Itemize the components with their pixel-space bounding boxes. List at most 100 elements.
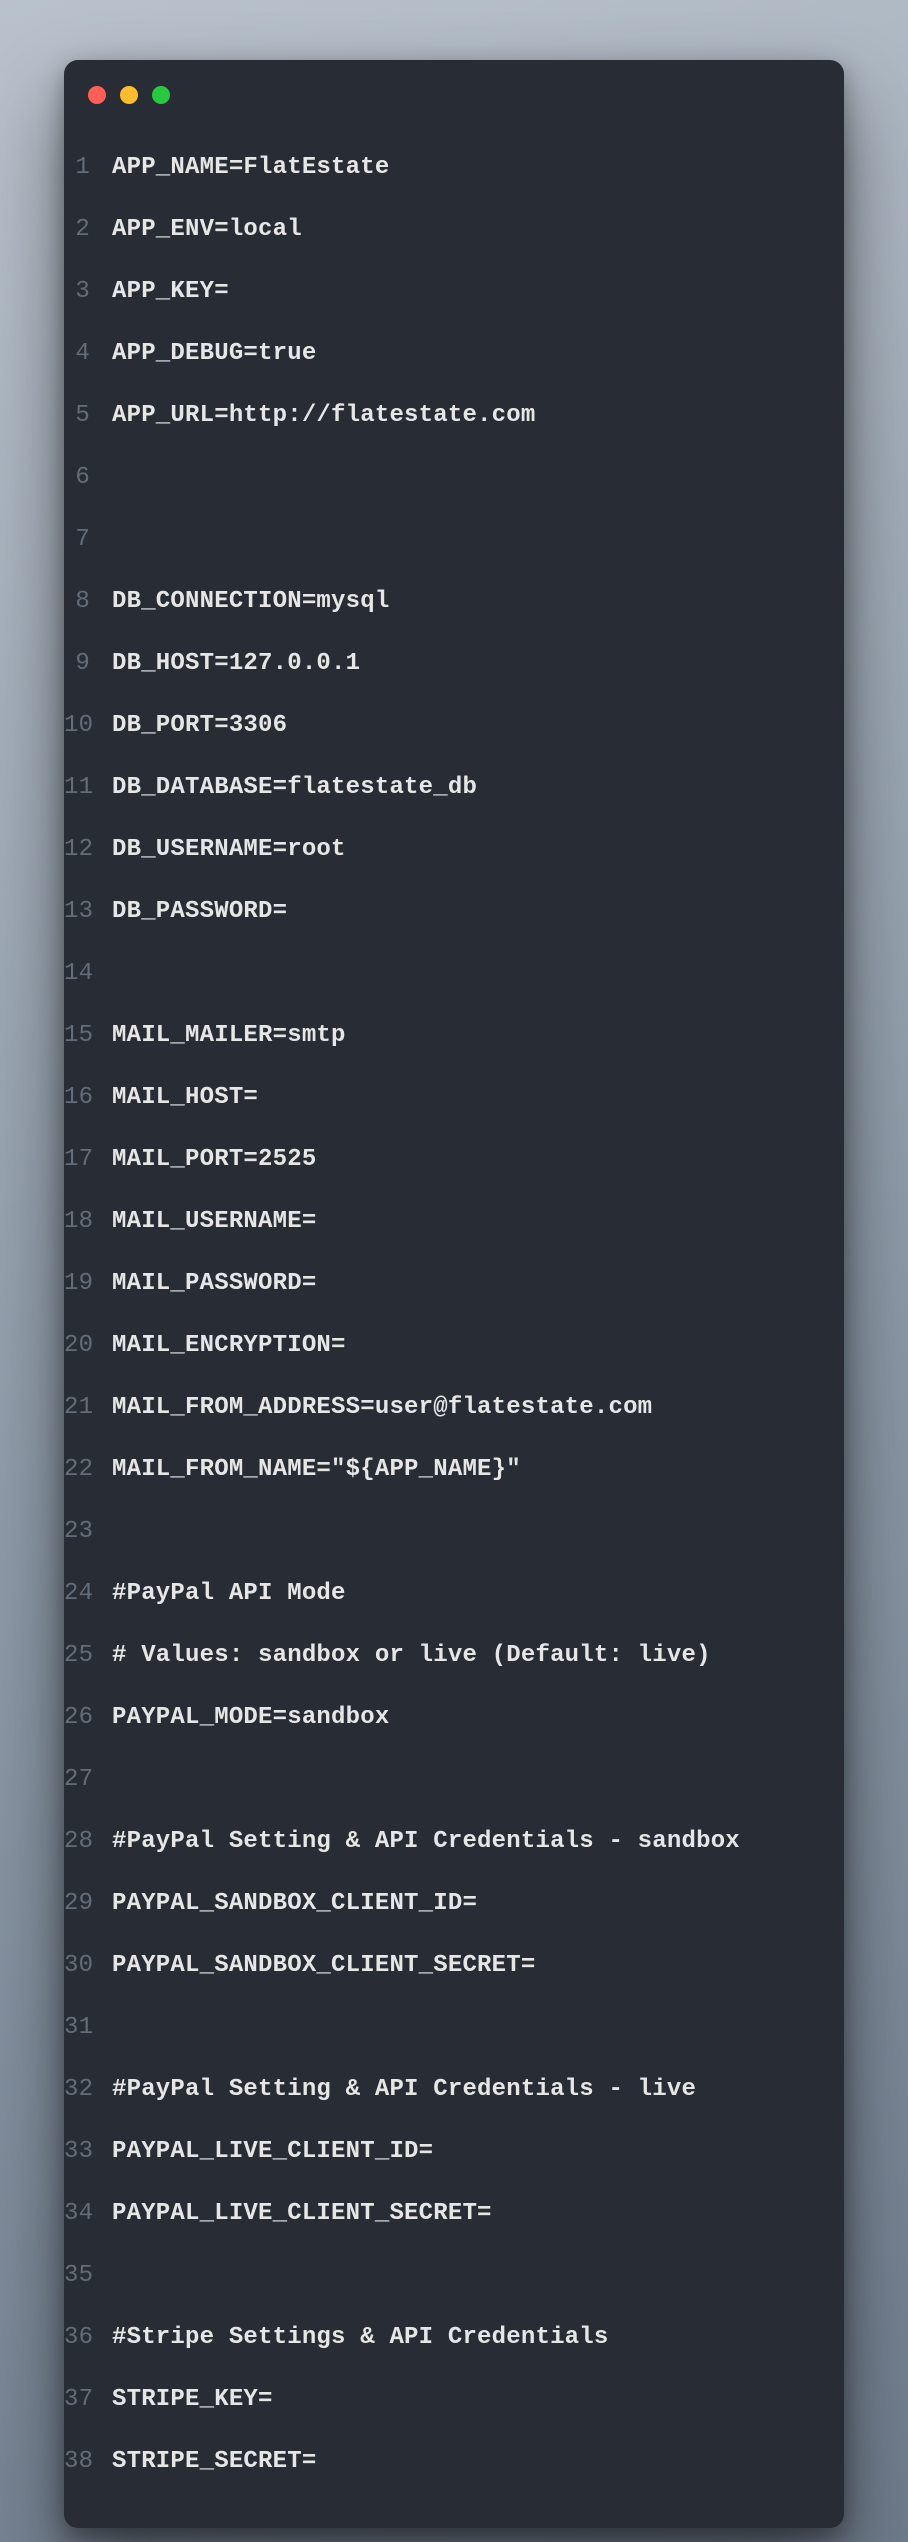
code-line[interactable]: 1APP_NAME=FlatEstate [64,136,810,198]
code-line[interactable]: 3APP_KEY= [64,260,810,322]
line-content[interactable]: #PayPal API Mode [112,1580,810,1607]
code-line[interactable]: 21MAIL_FROM_ADDRESS=user@flatestate.com [64,1376,810,1438]
line-number: 5 [64,402,112,429]
code-line[interactable]: 34PAYPAL_LIVE_CLIENT_SECRET= [64,2182,810,2244]
minimize-icon[interactable] [120,86,138,104]
line-content[interactable]: DB_CONNECTION=mysql [112,588,810,615]
code-line[interactable]: 24#PayPal API Mode [64,1562,810,1624]
line-number: 12 [64,836,112,863]
line-content[interactable]: DB_PORT=3306 [112,712,810,739]
code-line[interactable]: 22MAIL_FROM_NAME="${APP_NAME}" [64,1438,810,1500]
line-content[interactable]: APP_ENV=local [112,216,810,243]
code-line[interactable]: 20MAIL_ENCRYPTION= [64,1314,810,1376]
line-number: 30 [64,1952,112,1979]
line-number: 34 [64,2200,112,2227]
line-content[interactable]: STRIPE_SECRET= [112,2448,810,2475]
code-line[interactable]: 11DB_DATABASE=flatestate_db [64,756,810,818]
code-line[interactable]: 31 [64,1996,810,2058]
line-content[interactable]: DB_DATABASE=flatestate_db [112,774,810,801]
code-line[interactable]: 12DB_USERNAME=root [64,818,810,880]
code-line[interactable]: 13DB_PASSWORD= [64,880,810,942]
line-content[interactable]: MAIL_ENCRYPTION= [112,1332,810,1359]
line-number: 24 [64,1580,112,1607]
line-content[interactable]: APP_URL=http://flatestate.com [112,402,810,429]
line-number: 3 [64,278,112,305]
code-line[interactable]: 10DB_PORT=3306 [64,694,810,756]
line-content[interactable]: DB_HOST=127.0.0.1 [112,650,810,677]
line-content[interactable]: PAYPAL_LIVE_CLIENT_ID= [112,2138,810,2165]
code-line[interactable]: 5APP_URL=http://flatestate.com [64,384,810,446]
line-content[interactable]: PAYPAL_SANDBOX_CLIENT_ID= [112,1890,810,1917]
line-content[interactable]: STRIPE_KEY= [112,2386,810,2413]
editor-window: 1APP_NAME=FlatEstate2APP_ENV=local3APP_K… [64,60,844,2528]
close-icon[interactable] [88,86,106,104]
line-number: 26 [64,1704,112,1731]
line-content[interactable]: DB_PASSWORD= [112,898,810,925]
code-line[interactable]: 37STRIPE_KEY= [64,2368,810,2430]
line-number: 25 [64,1642,112,1669]
code-line[interactable]: 38STRIPE_SECRET= [64,2430,810,2492]
line-content[interactable]: APP_DEBUG=true [112,340,810,367]
code-line[interactable]: 16MAIL_HOST= [64,1066,810,1128]
line-number: 18 [64,1208,112,1235]
line-number: 9 [64,650,112,677]
code-area[interactable]: 1APP_NAME=FlatEstate2APP_ENV=local3APP_K… [64,130,844,2498]
line-number: 8 [64,588,112,615]
line-number: 20 [64,1332,112,1359]
code-line[interactable]: 4APP_DEBUG=true [64,322,810,384]
line-number: 23 [64,1518,112,1545]
line-content[interactable]: APP_KEY= [112,278,810,305]
code-line[interactable]: 18MAIL_USERNAME= [64,1190,810,1252]
line-content[interactable]: # Values: sandbox or live (Default: live… [112,1642,810,1669]
line-content[interactable]: DB_USERNAME=root [112,836,810,863]
line-content[interactable]: APP_NAME=FlatEstate [112,154,810,181]
line-content[interactable]: #PayPal Setting & API Credentials - sand… [112,1828,810,1855]
code-line[interactable]: 26PAYPAL_MODE=sandbox [64,1686,810,1748]
line-number: 7 [64,526,112,553]
line-content[interactable]: PAYPAL_MODE=sandbox [112,1704,810,1731]
line-content[interactable]: PAYPAL_SANDBOX_CLIENT_SECRET= [112,1952,810,1979]
code-line[interactable]: 27 [64,1748,810,1810]
line-content[interactable]: #PayPal Setting & API Credentials - live [112,2076,810,2103]
line-number: 19 [64,1270,112,1297]
code-line[interactable]: 8DB_CONNECTION=mysql [64,570,810,632]
code-line[interactable]: 17MAIL_PORT=2525 [64,1128,810,1190]
line-number: 31 [64,2014,112,2041]
code-line[interactable]: 7 [64,508,810,570]
code-line[interactable]: 32#PayPal Setting & API Credentials - li… [64,2058,810,2120]
code-line[interactable]: 35 [64,2244,810,2306]
line-content[interactable]: MAIL_MAILER=smtp [112,1022,810,1049]
code-line[interactable]: 6 [64,446,810,508]
code-line[interactable]: 14 [64,942,810,1004]
line-content[interactable]: MAIL_USERNAME= [112,1208,810,1235]
line-number: 27 [64,1766,112,1793]
code-line[interactable]: 15MAIL_MAILER=smtp [64,1004,810,1066]
line-number: 1 [64,154,112,181]
code-line[interactable]: 29PAYPAL_SANDBOX_CLIENT_ID= [64,1872,810,1934]
code-line[interactable]: 9DB_HOST=127.0.0.1 [64,632,810,694]
code-line[interactable]: 28#PayPal Setting & API Credentials - sa… [64,1810,810,1872]
line-number: 2 [64,216,112,243]
maximize-icon[interactable] [152,86,170,104]
line-content[interactable]: #Stripe Settings & API Credentials [112,2324,810,2351]
line-number: 16 [64,1084,112,1111]
line-number: 35 [64,2262,112,2289]
line-content[interactable]: PAYPAL_LIVE_CLIENT_SECRET= [112,2200,810,2227]
line-content[interactable]: MAIL_FROM_ADDRESS=user@flatestate.com [112,1394,810,1421]
code-line[interactable]: 23 [64,1500,810,1562]
line-content[interactable]: MAIL_PASSWORD= [112,1270,810,1297]
code-line[interactable]: 19MAIL_PASSWORD= [64,1252,810,1314]
code-line[interactable]: 36#Stripe Settings & API Credentials [64,2306,810,2368]
line-content[interactable]: MAIL_HOST= [112,1084,810,1111]
line-content[interactable]: MAIL_FROM_NAME="${APP_NAME}" [112,1456,810,1483]
code-line[interactable]: 2APP_ENV=local [64,198,810,260]
line-number: 13 [64,898,112,925]
line-number: 29 [64,1890,112,1917]
code-line[interactable]: 33PAYPAL_LIVE_CLIENT_ID= [64,2120,810,2182]
code-line[interactable]: 30PAYPAL_SANDBOX_CLIENT_SECRET= [64,1934,810,1996]
line-number: 17 [64,1146,112,1173]
line-number: 28 [64,1828,112,1855]
line-number: 37 [64,2386,112,2413]
line-content[interactable]: MAIL_PORT=2525 [112,1146,810,1173]
code-line[interactable]: 25# Values: sandbox or live (Default: li… [64,1624,810,1686]
